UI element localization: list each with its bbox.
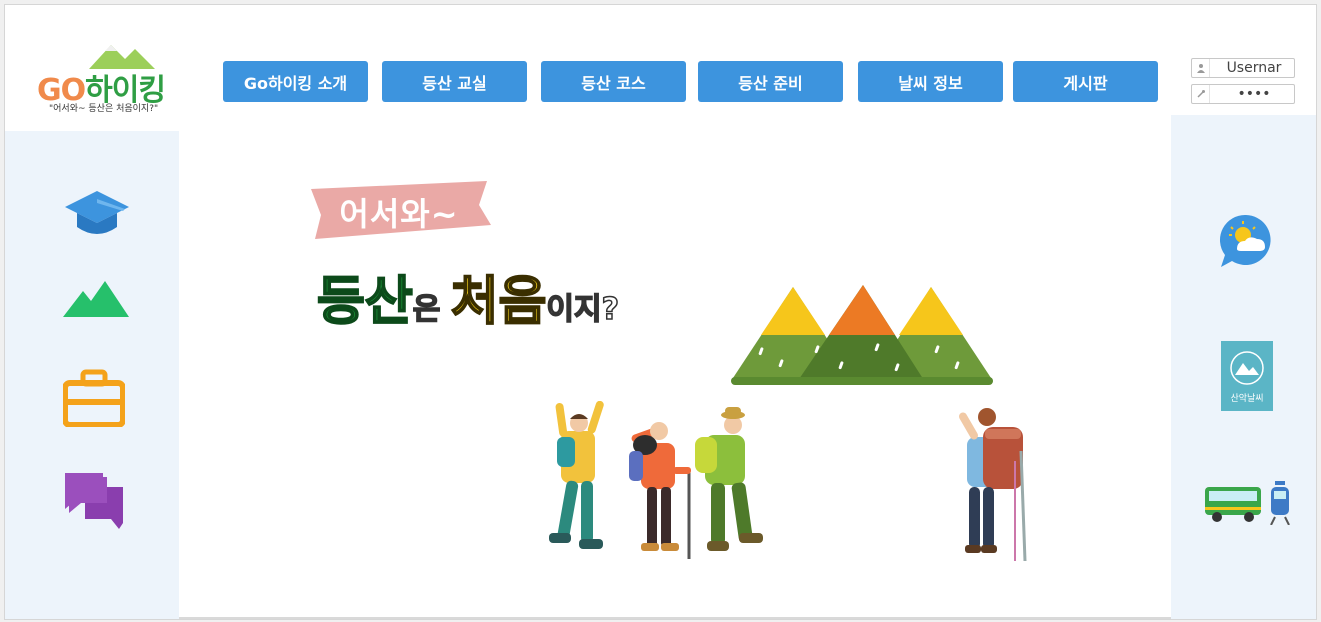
chat-bubbles-icon[interactable]	[63, 471, 125, 531]
nav-intro-button[interactable]: Go하이킹 소개	[223, 61, 368, 102]
username-field[interactable]	[1191, 58, 1295, 78]
mountain-icon[interactable]	[63, 277, 129, 317]
username-input[interactable]	[1210, 60, 1294, 76]
weather-chat-icon[interactable]	[1219, 213, 1273, 267]
nav-prep-button[interactable]: 등산 준비	[698, 61, 843, 102]
nav-board-button[interactable]: 게시판	[1013, 61, 1158, 102]
key-icon	[1192, 85, 1210, 103]
headline-part-1: 등산	[316, 271, 414, 333]
headline-part-4: 이지?	[546, 291, 620, 328]
bus-train-icon[interactable]	[1205, 481, 1293, 525]
hiker-2	[629, 422, 691, 559]
headline-part-2: 은	[412, 291, 451, 328]
site-logo[interactable]: GO하이킹 "어서와~ 등산은 처음이지?"	[35, 35, 185, 121]
hiker-1	[549, 401, 604, 549]
graduation-cap-icon[interactable]	[65, 187, 129, 239]
mountains-illustration	[731, 285, 993, 385]
nav-course-button[interactable]: 등산 코스	[541, 61, 686, 102]
password-field[interactable]	[1191, 84, 1295, 104]
briefcase-icon[interactable]	[63, 369, 125, 427]
nav-weather-button[interactable]: 날씨 정보	[858, 61, 1003, 102]
password-input[interactable]	[1210, 86, 1294, 102]
hiker-3	[695, 407, 763, 551]
right-sidebar: 산악날씨	[1171, 115, 1316, 619]
page-frame: GO하이킹 "어서와~ 등산은 처음이지?" Go하이킹 소개 등산 교실 등산…	[4, 4, 1317, 620]
hero-banner: 어서와~ 등산은 처음이지?	[179, 131, 1171, 619]
badge-mountain-emblem	[1230, 351, 1264, 385]
welcome-text: 어서와~	[339, 195, 459, 233]
nav-class-button[interactable]: 등산 교실	[382, 61, 527, 102]
badge-text: 산악날씨	[1230, 394, 1264, 404]
logo-tagline: "어서와~ 등산은 처음이지?"	[49, 104, 159, 114]
left-sidebar	[5, 131, 179, 619]
hero-headline: 등산은 처음이지?	[316, 259, 620, 334]
user-icon	[1192, 59, 1210, 77]
hiker-4	[959, 408, 1027, 562]
hikers-illustration	[549, 401, 1027, 562]
welcome-banner: 어서와~	[307, 181, 491, 243]
mountain-weather-badge-icon[interactable]: 산악날씨	[1221, 341, 1273, 411]
headline-part-3: 처음	[450, 271, 548, 333]
